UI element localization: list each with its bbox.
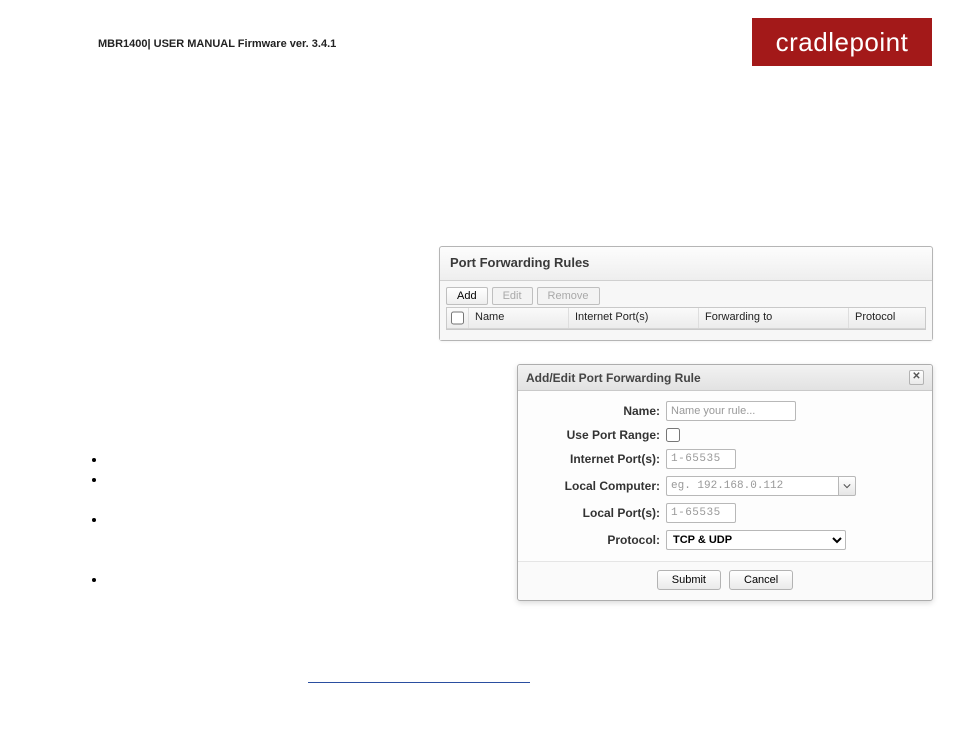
label-protocol: Protocol: bbox=[530, 533, 666, 547]
edit-button[interactable]: Edit bbox=[492, 287, 533, 305]
col-protocol[interactable]: Protocol bbox=[849, 308, 925, 328]
select-all-checkbox[interactable] bbox=[451, 311, 464, 325]
submit-button[interactable]: Submit bbox=[657, 570, 721, 590]
remove-button[interactable]: Remove bbox=[537, 287, 600, 305]
label-name: Name: bbox=[530, 404, 666, 418]
grid-header: Name Internet Port(s) Forwarding to Prot… bbox=[447, 308, 925, 329]
protocol-select[interactable]: TCP & UDP bbox=[666, 530, 846, 550]
label-local-ports: Local Port(s): bbox=[530, 506, 666, 520]
use-port-range-checkbox[interactable] bbox=[666, 428, 680, 442]
label-local-computer: Local Computer: bbox=[530, 479, 666, 493]
rules-grid: Name Internet Port(s) Forwarding to Prot… bbox=[446, 307, 926, 330]
internet-ports-input[interactable] bbox=[666, 449, 736, 469]
panel-title: Port Forwarding Rules bbox=[440, 247, 932, 281]
col-select-all[interactable] bbox=[447, 308, 469, 328]
chevron-down-icon[interactable] bbox=[838, 476, 856, 496]
row-use-port-range: Use Port Range: bbox=[530, 428, 920, 442]
dialog-buttons: Submit Cancel bbox=[518, 561, 932, 600]
link-underline bbox=[308, 682, 530, 683]
row-name: Name: bbox=[530, 401, 920, 421]
col-internet-ports[interactable]: Internet Port(s) bbox=[569, 308, 699, 328]
col-forwarding-to[interactable]: Forwarding to bbox=[699, 308, 849, 328]
add-edit-rule-dialog: Add/Edit Port Forwarding Rule ✕ Name: Us… bbox=[517, 364, 933, 601]
row-local-computer: Local Computer: bbox=[530, 476, 920, 496]
local-ports-input[interactable] bbox=[666, 503, 736, 523]
row-protocol: Protocol: TCP & UDP bbox=[530, 530, 920, 550]
row-local-ports: Local Port(s): bbox=[530, 503, 920, 523]
add-button[interactable]: Add bbox=[446, 287, 488, 305]
close-icon[interactable]: ✕ bbox=[909, 370, 924, 385]
dialog-title: Add/Edit Port Forwarding Rule bbox=[526, 371, 701, 385]
dialog-titlebar: Add/Edit Port Forwarding Rule ✕ bbox=[518, 365, 932, 391]
label-use-port-range: Use Port Range: bbox=[530, 428, 666, 442]
dialog-body: Name: Use Port Range: Internet Port(s): … bbox=[518, 391, 932, 561]
col-name[interactable]: Name bbox=[469, 308, 569, 328]
panel-body: Add Edit Remove Name Internet Port(s) Fo… bbox=[440, 281, 932, 340]
local-computer-input[interactable] bbox=[666, 476, 838, 496]
local-computer-combo[interactable] bbox=[666, 476, 856, 496]
document-header: MBR1400| USER MANUAL Firmware ver. 3.4.1 bbox=[98, 38, 336, 50]
name-input[interactable] bbox=[666, 401, 796, 421]
brand-logo: cradlepoint bbox=[752, 18, 932, 66]
rules-toolbar: Add Edit Remove bbox=[446, 287, 926, 305]
row-internet-ports: Internet Port(s): bbox=[530, 449, 920, 469]
port-forwarding-rules-panel: Port Forwarding Rules Add Edit Remove Na… bbox=[439, 246, 933, 341]
cancel-button[interactable]: Cancel bbox=[729, 570, 793, 590]
label-internet-ports: Internet Port(s): bbox=[530, 452, 666, 466]
